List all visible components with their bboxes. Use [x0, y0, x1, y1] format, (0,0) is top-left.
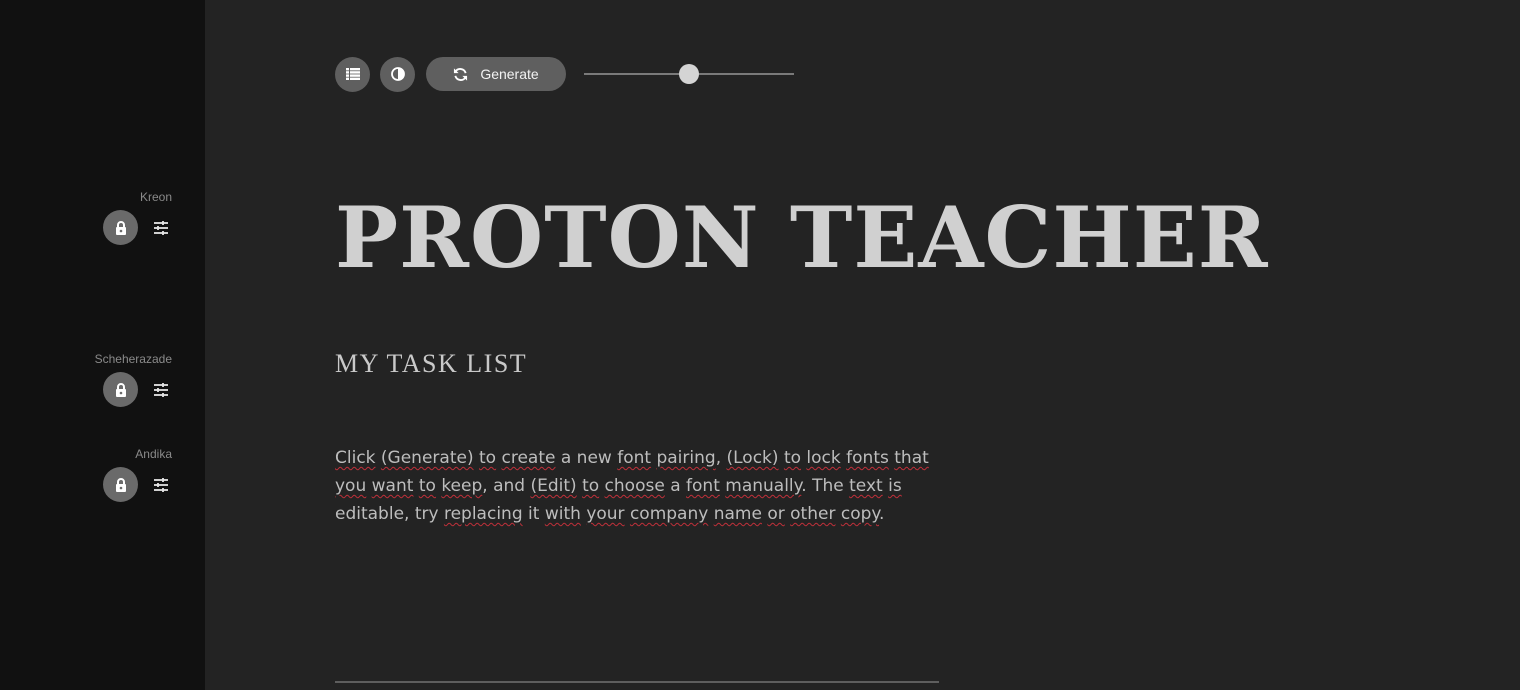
contrast-icon [390, 67, 405, 81]
sliders-icon [153, 382, 168, 397]
body-text-run: , and [482, 476, 531, 496]
slider-thumb[interactable] [679, 64, 699, 84]
spellcheck-word: pairing [656, 448, 716, 468]
font-name-label: Scheherazade [94, 352, 172, 366]
edit-font-button[interactable] [143, 372, 178, 407]
spellcheck-word: fonts [846, 448, 889, 468]
spellcheck-word: keep [441, 476, 483, 496]
font-sidebar: Kreon Scheherazade Andika [0, 0, 205, 690]
lock-button[interactable] [103, 467, 138, 502]
font-name-label: Kreon [139, 190, 172, 204]
spellcheck-word: lock [806, 448, 841, 468]
spellcheck-word: to [582, 476, 600, 496]
spellcheck-word: company [629, 504, 709, 524]
spellcheck-word: that [894, 448, 929, 468]
spellcheck-word: to [418, 476, 436, 496]
spellcheck-word: choose [604, 476, 665, 496]
spellcheck-word: other [790, 504, 836, 524]
edit-font-button[interactable] [143, 210, 178, 245]
spellcheck-word: copy [840, 504, 880, 524]
lock-icon [115, 477, 126, 492]
spellcheck-word: font [617, 448, 652, 468]
spellcheck-word: is [888, 476, 902, 496]
spellcheck-word: with [544, 504, 581, 524]
spellcheck-word: replacing [443, 504, 523, 524]
body-text-run: it [522, 504, 545, 524]
contrast-toggle-button[interactable] [380, 56, 415, 92]
body-text-run: a new [555, 448, 618, 468]
sliders-icon [153, 220, 168, 235]
spellcheck-word: font [686, 476, 720, 496]
divider [335, 681, 939, 683]
lock-button[interactable] [103, 210, 138, 245]
spellcheck-word: to [783, 448, 802, 468]
list-icon [345, 68, 360, 80]
lock-icon [115, 382, 126, 397]
refresh-icon [454, 67, 468, 81]
font-name-label: Andika [135, 447, 172, 461]
body-text-run: , [715, 448, 727, 468]
spellcheck-word: Click [335, 448, 376, 468]
spellcheck-word: your [586, 504, 625, 524]
body-paragraph[interactable]: Click (Generate) to create a new font pa… [335, 444, 945, 528]
font-slot-heading: Kreon [22, 190, 172, 245]
headline-text[interactable]: PROTON TEACHER [335, 188, 1269, 288]
font-slot-body: Andika [22, 447, 172, 502]
lock-icon [115, 220, 126, 235]
edit-font-button[interactable] [143, 467, 178, 502]
spellcheck-word: name [713, 504, 762, 524]
spellcheck-word: want [371, 476, 414, 496]
spellcheck-word: or [767, 504, 785, 524]
font-controls [22, 210, 172, 245]
spellcheck-word: create [501, 448, 556, 468]
body-text-run: . [879, 504, 885, 524]
sliders-icon [153, 477, 168, 492]
toolbar: Generate [335, 56, 794, 92]
lock-button[interactable] [103, 372, 138, 407]
font-slot-subheading: Scheherazade [22, 352, 172, 407]
generate-label: Generate [480, 66, 539, 82]
body-text-run: a [664, 476, 687, 496]
body-text-run: editable, try [335, 504, 444, 524]
spellcheck-word: text [849, 476, 883, 496]
subheadline-text[interactable]: MY TASK LIST [335, 349, 527, 379]
font-controls [22, 372, 172, 407]
spellcheck-word: to [479, 448, 497, 468]
spellcheck-word: (Lock) [726, 448, 779, 468]
font-controls [22, 467, 172, 502]
spellcheck-word: (Generate) [380, 448, 474, 468]
list-view-button[interactable] [335, 56, 370, 92]
spellcheck-word: you [335, 476, 367, 496]
size-slider[interactable] [584, 64, 794, 84]
body-text-run: . The [801, 476, 850, 496]
spellcheck-word: manually [725, 476, 802, 496]
generate-button[interactable]: Generate [426, 57, 566, 91]
spellcheck-word: (Edit) [530, 476, 577, 496]
